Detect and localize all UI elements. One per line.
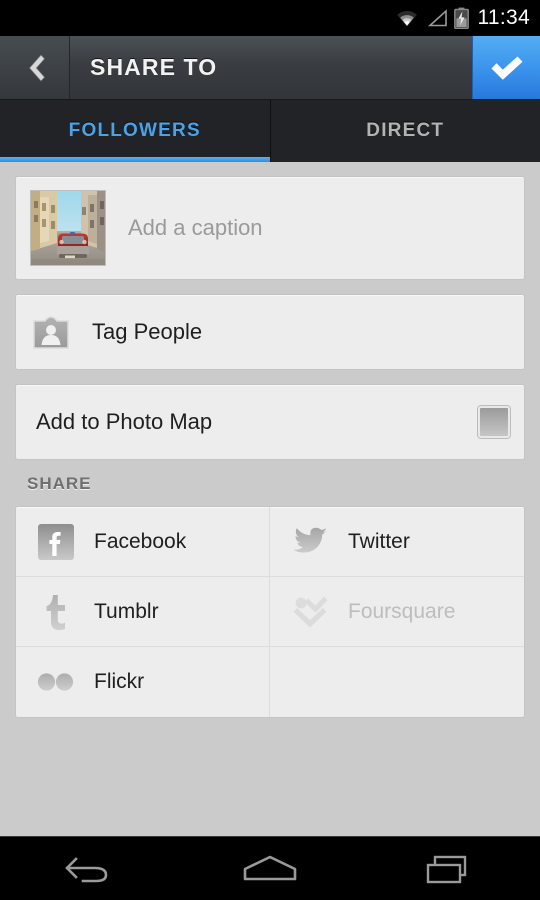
photo-map-checkbox[interactable] (478, 406, 510, 438)
caption-card[interactable]: Add a caption (15, 176, 525, 280)
content-area: Add a caption Tag People Add to Photo Ma… (0, 162, 540, 836)
tag-people-label: Tag People (92, 319, 203, 344)
battery-charging-icon (453, 7, 469, 29)
person-tag-icon (30, 311, 72, 353)
status-icon-group (394, 7, 469, 29)
tab-followers-label: FOLLOWERS (68, 120, 201, 141)
photo-thumbnail-image (31, 191, 105, 265)
status-clock: 11:34 (477, 6, 530, 29)
tag-people-row[interactable]: Tag People (15, 294, 525, 370)
share-cell-empty (270, 647, 524, 717)
share-section-header: SHARE (27, 474, 92, 493)
add-to-photo-map-row[interactable]: Add to Photo Map (15, 384, 525, 460)
signal-icon (427, 9, 447, 27)
system-navigation-bar (0, 836, 540, 900)
nav-back-icon (65, 856, 108, 882)
share-label-flickr: Flickr (94, 670, 145, 693)
share-label-tumblr: Tumblr (94, 599, 159, 623)
wifi-icon (396, 10, 417, 27)
caption-placeholder[interactable]: Add a caption (128, 215, 263, 241)
share-cell-twitter[interactable]: Twitter (270, 507, 524, 577)
action-bar: SHARE TO (0, 36, 540, 100)
foursquare-icon (290, 592, 330, 632)
back-button[interactable] (0, 36, 70, 99)
page-title: SHARE TO (90, 54, 218, 80)
chevron-left-icon (28, 53, 45, 82)
nav-home-icon (243, 855, 297, 880)
tab-direct-label: DIRECT (366, 120, 445, 141)
share-cell-flickr[interactable]: Flickr (16, 647, 270, 717)
share-services-grid: Facebook Twitter Tumblr Foursquare Flick… (15, 506, 525, 718)
twitter-icon (290, 522, 330, 562)
check-icon (491, 56, 522, 80)
tab-bar: FOLLOWERS DIRECT (0, 100, 540, 162)
app-screen: 11:34 SHARE TO FOLLOWERS DIRECT Add a ca… (0, 0, 540, 900)
nav-home-button[interactable] (215, 837, 325, 900)
photo-thumbnail[interactable] (30, 190, 106, 266)
status-bar: 11:34 (0, 0, 540, 36)
facebook-icon (36, 522, 76, 562)
nav-recents-button[interactable] (395, 837, 505, 900)
add-to-photo-map-label: Add to Photo Map (36, 409, 213, 434)
nav-recents-icon (426, 855, 467, 883)
tumblr-icon (36, 592, 76, 632)
flickr-icon (36, 662, 76, 702)
share-cell-foursquare[interactable]: Foursquare (270, 577, 524, 647)
share-label-twitter: Twitter (348, 529, 410, 553)
share-label-foursquare: Foursquare (348, 599, 456, 623)
share-cell-tumblr[interactable]: Tumblr (16, 577, 270, 647)
confirm-share-button[interactable] (472, 36, 540, 99)
share-label-facebook: Facebook (94, 529, 187, 553)
tab-followers[interactable]: FOLLOWERS (0, 100, 270, 162)
tab-direct[interactable]: DIRECT (269, 100, 540, 162)
share-cell-facebook[interactable]: Facebook (16, 507, 270, 577)
nav-back-button[interactable] (35, 837, 145, 900)
